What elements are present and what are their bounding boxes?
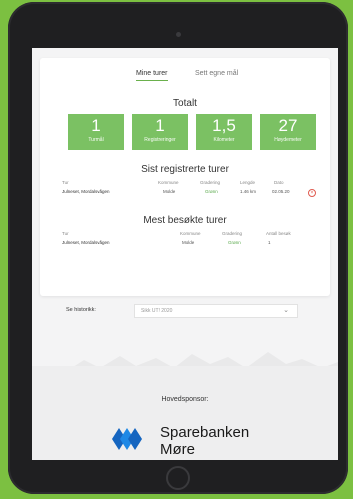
history-select[interactable]: Sikk UT! 2020 ⌄ xyxy=(134,304,298,318)
sponsor-name: Sparebanken Møre xyxy=(160,424,249,458)
col-kommune: Kommune xyxy=(180,231,201,236)
tab-label: Sett egne mål xyxy=(195,70,239,77)
col-lengde: Lengde xyxy=(240,180,256,185)
home-button[interactable] xyxy=(166,466,190,490)
delete-icon[interactable]: × xyxy=(308,189,316,197)
stat-kilometer: 1,5 Kilometer xyxy=(196,114,252,150)
table-row[interactable]: Julneset, Mordalsvågen Molde Grønn 1.46 … xyxy=(62,189,318,198)
table-header: Tur Kommune Gradering Lengde Dato xyxy=(62,180,318,189)
app-screen: Mine turer Sett egne mål Totalt 1 Turmål… xyxy=(32,48,338,460)
col-kommune: Kommune xyxy=(158,180,179,185)
col-gradering: Gradering xyxy=(200,180,221,185)
sparebanken-logo-icon xyxy=(112,428,142,450)
history-selected-value: Sikk UT! 2020 xyxy=(141,308,173,314)
history-row: Se historikk: Sikk UT! 2020 ⌄ xyxy=(32,304,338,318)
stat-label: Turmål xyxy=(88,137,104,143)
recent-title: Sist registrerte turer xyxy=(141,164,229,175)
cell-dato: 02.05.20 xyxy=(272,189,290,194)
visited-table: Tur Kommune Gradering Antall besøk Julne… xyxy=(62,231,318,249)
col-tur: Tur xyxy=(62,180,69,185)
stat-label: Kilometer xyxy=(213,137,235,143)
visited-title: Mest besøkte turer xyxy=(143,215,227,226)
stat-hoydemeter: 27 Høydemeter xyxy=(260,114,316,150)
cell-gradering: Grønn xyxy=(228,240,241,245)
cell-lengde: 1.46 km xyxy=(240,189,257,194)
totals-title: Totalt xyxy=(173,98,197,109)
cell-tur: Julneset, Mordalsvågen xyxy=(62,189,110,194)
sponsor-name-line1: Sparebanken xyxy=(160,424,250,441)
history-label: Se historikk: xyxy=(66,307,96,313)
totals-stats: 1 Turmål 1 Registreringer 1,5 Kilometer … xyxy=(68,114,318,150)
col-gradering: Gradering xyxy=(222,231,243,236)
tablet-frame: Mine turer Sett egne mål Totalt 1 Turmål… xyxy=(8,2,348,494)
stats-card: Mine turer Sett egne mål Totalt 1 Turmål… xyxy=(40,58,330,296)
stat-label: Høydemeter xyxy=(274,137,302,143)
tab-label: Mine turer xyxy=(136,70,168,77)
cell-antall: 1 xyxy=(268,240,271,245)
col-antall: Antall besøk xyxy=(266,231,291,236)
cell-tur: Julneset, Mordalsvågen xyxy=(62,240,110,245)
stat-value: 27 xyxy=(278,116,298,135)
chevron-down-icon: ⌄ xyxy=(283,307,289,314)
stat-value: 1,5 xyxy=(212,116,236,135)
recent-table: Tur Kommune Gradering Lengde Dato Julnes… xyxy=(62,180,318,198)
sponsor-footer: Hovedsponsor: Sparebanken Møre xyxy=(32,366,338,460)
front-camera xyxy=(176,32,181,37)
cell-kommune: Molde xyxy=(182,240,195,245)
col-tur: Tur xyxy=(62,231,69,236)
stat-value: 1 xyxy=(91,116,101,135)
stat-turmaal: 1 Turmål xyxy=(68,114,124,150)
tab-mine-turer[interactable]: Mine turer xyxy=(136,70,168,81)
cell-gradering: Grønn xyxy=(205,189,218,194)
col-dato: Dato xyxy=(274,180,284,185)
tab-bar: Mine turer Sett egne mål xyxy=(40,70,330,90)
sponsor-name-line2: Møre xyxy=(160,441,195,458)
active-tab-indicator xyxy=(136,80,168,81)
stat-value: 1 xyxy=(155,116,165,135)
stat-label: Registreringer xyxy=(144,137,176,143)
stat-registreringer: 1 Registreringer xyxy=(132,114,188,150)
table-header: Tur Kommune Gradering Antall besøk xyxy=(62,231,318,240)
cell-kommune: Molde xyxy=(163,189,176,194)
tab-sett-egne-maal[interactable]: Sett egne mål xyxy=(195,70,238,77)
table-row[interactable]: Julneset, Mordalsvågen Molde Grønn 1 xyxy=(62,240,318,249)
sponsor-label: Hovedsponsor: xyxy=(161,396,209,403)
